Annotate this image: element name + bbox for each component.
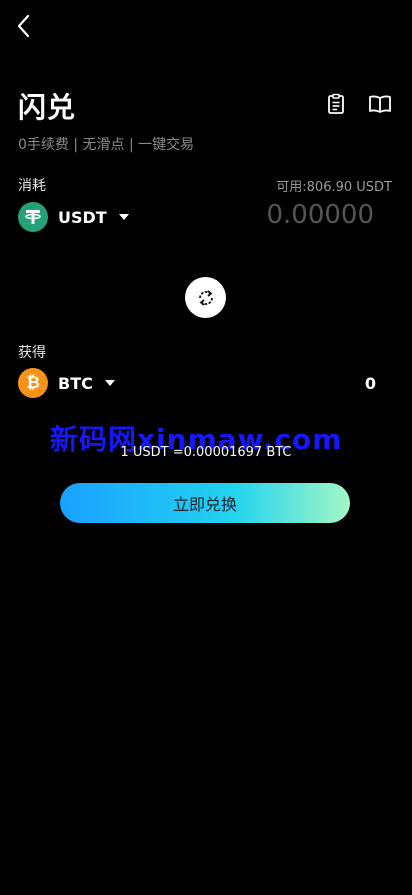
btc-icon: ₿ xyxy=(18,368,48,398)
exchange-rate: 1 USDT =0.00001697 BTC xyxy=(120,445,292,460)
feature-tagline: 0手续费 | 无滑点 | 一键交易 xyxy=(18,137,195,153)
swap-arrows-icon xyxy=(198,289,213,306)
swap-direction-button[interactable] xyxy=(185,277,226,318)
guide-button[interactable] xyxy=(368,92,392,116)
chevron-left-icon xyxy=(17,14,30,38)
pay-amount-input[interactable] xyxy=(192,199,376,231)
back-button[interactable] xyxy=(12,12,36,40)
pay-token-name: USDT xyxy=(58,207,107,227)
receive-token-name: BTC xyxy=(58,373,93,393)
orders-button[interactable] xyxy=(324,92,348,116)
page-title: 闪兑 xyxy=(18,91,77,124)
exchange-now-button[interactable]: 立即兑换 xyxy=(60,483,350,523)
available-balance: 可用:806.90 USDT xyxy=(276,180,392,195)
receive-label: 获得 xyxy=(18,345,46,361)
receive-token-selector[interactable]: ₿ BTC xyxy=(18,368,115,398)
book-open-icon xyxy=(369,95,391,113)
clipboard-icon xyxy=(328,93,344,114)
usdt-icon xyxy=(18,202,48,232)
caret-down-icon xyxy=(104,380,115,386)
caret-down-icon xyxy=(118,214,129,220)
pay-label: 消耗 xyxy=(18,178,46,194)
header-actions xyxy=(324,92,392,116)
receive-amount: 0 xyxy=(364,374,376,393)
pay-token-selector[interactable]: USDT xyxy=(18,202,129,232)
